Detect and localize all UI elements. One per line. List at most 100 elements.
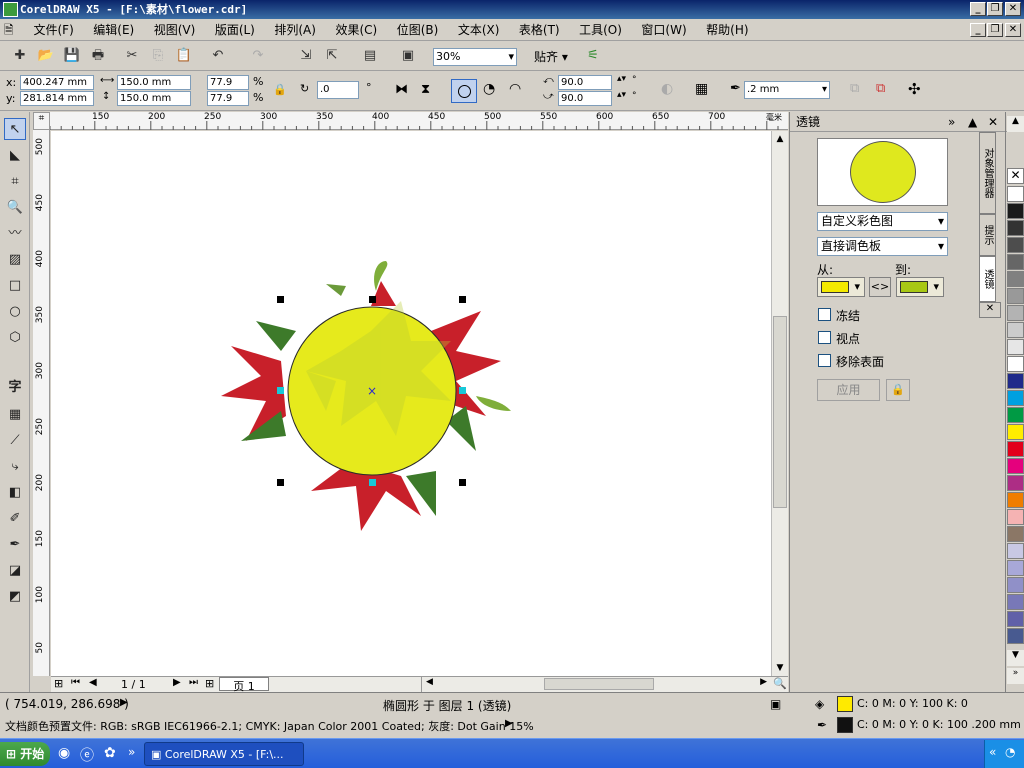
palette-swatch[interactable]: [1007, 611, 1024, 627]
menu-help[interactable]: 帮助(H): [698, 19, 756, 41]
node-handle[interactable]: [459, 387, 466, 394]
menu-view[interactable]: 视图(V): [146, 19, 204, 41]
palette-up-arrow[interactable]: ▲: [1007, 116, 1024, 132]
viewpoint-checkbox[interactable]: [818, 331, 831, 344]
undo-icon[interactable]: ↶: [208, 46, 228, 66]
expand-icon[interactable]: »: [948, 112, 955, 132]
horizontal-scrollbar[interactable]: ◀ ▶: [421, 677, 771, 692]
profile-arrow-icon[interactable]: ▶: [505, 718, 513, 729]
menu-table[interactable]: 表格(T): [511, 19, 568, 41]
page-tab[interactable]: 页 1: [219, 677, 269, 693]
application-launcher-icon[interactable]: ▤: [360, 46, 380, 66]
from-color-picker[interactable]: ▾: [817, 277, 865, 297]
palette-flyout-arrow[interactable]: »: [1007, 668, 1024, 684]
menu-layout[interactable]: 版面(L): [207, 19, 263, 41]
selection-handle[interactable]: [459, 479, 466, 486]
snap-to-dropdown[interactable]: 贴齐 ▾: [534, 48, 568, 66]
freeze-checkbox[interactable]: [818, 308, 831, 321]
polygon-tool-icon[interactable]: ⬡: [4, 327, 26, 349]
last-page-icon[interactable]: ⏭: [189, 677, 198, 688]
eyedropper-tool-icon[interactable]: ✐: [4, 508, 26, 530]
h-scroll-thumb[interactable]: [544, 678, 654, 690]
shape-tool-icon[interactable]: ◣: [4, 145, 26, 167]
palette-swatch[interactable]: [1007, 271, 1024, 287]
wrap-text-icon[interactable]: ▦: [695, 81, 708, 97]
next-page-icon[interactable]: ▶: [173, 677, 181, 688]
palette-swatch[interactable]: [1007, 237, 1024, 253]
ellipse-tool-icon[interactable]: ○: [4, 301, 26, 323]
palette-swatch[interactable]: [1007, 424, 1024, 440]
close-tab-icon[interactable]: ✕: [979, 302, 1001, 318]
mirror-vertical-icon[interactable]: ⧗: [421, 82, 430, 97]
ie-icon[interactable]: ⓔ: [80, 745, 94, 765]
browser-icon[interactable]: ◉: [58, 745, 70, 761]
expand-status-icon[interactable]: ▶: [120, 697, 128, 708]
tray-expand-icon[interactable]: «: [989, 745, 996, 759]
palette-swatch[interactable]: [1007, 441, 1024, 457]
palette-swatch[interactable]: [1007, 254, 1024, 270]
node-handle[interactable]: [369, 479, 376, 486]
lock-apply-icon[interactable]: 🔒: [886, 379, 910, 401]
tab-object-manager[interactable]: 对象管理器: [979, 132, 996, 214]
rectangle-tool-icon[interactable]: □: [4, 275, 26, 297]
to-back-icon[interactable]: ⧉: [876, 81, 885, 96]
pie-mode-icon[interactable]: ◔: [483, 81, 495, 97]
crop-tool-icon[interactable]: ⌗: [4, 171, 26, 193]
quick-launch-icon[interactable]: ✿: [104, 745, 116, 761]
restore-button[interactable]: ❐: [987, 2, 1003, 16]
close-docker-icon[interactable]: ✕: [988, 112, 998, 132]
selection-handle[interactable]: [369, 296, 376, 303]
palette-swatch[interactable]: [1007, 407, 1024, 423]
zoom-tool-icon[interactable]: 🔍: [4, 197, 26, 219]
welcome-screen-icon[interactable]: ▣: [398, 46, 418, 66]
selection-handle[interactable]: [277, 296, 284, 303]
direction-icon[interactable]: ◐: [661, 81, 673, 97]
export-icon[interactable]: ⇱: [322, 46, 342, 66]
print-icon[interactable]: 🖶: [88, 46, 108, 66]
mirror-horizontal-icon[interactable]: ⧓: [395, 82, 408, 97]
palette-swatch[interactable]: [1007, 509, 1024, 525]
menu-window[interactable]: 窗口(W): [633, 19, 694, 41]
end-angle-field[interactable]: 90.0: [558, 91, 612, 106]
add-page-end-icon[interactable]: ⊞: [205, 677, 214, 690]
smart-fill-icon[interactable]: ▨: [4, 249, 26, 271]
navigator-icon[interactable]: 🔍: [773, 677, 787, 690]
y-position-field[interactable]: 281.814 mm: [20, 91, 94, 106]
palette-swatch[interactable]: [1007, 526, 1024, 542]
palette-swatch[interactable]: [1007, 475, 1024, 491]
menu-text[interactable]: 文本(X): [450, 19, 508, 41]
dimension-tool-icon[interactable]: ⟋: [4, 430, 26, 452]
palette-swatch[interactable]: [1007, 356, 1024, 372]
to-color-picker[interactable]: ▾: [896, 277, 944, 297]
start-button[interactable]: ⊞ 开始: [0, 742, 50, 766]
palette-swatch[interactable]: [1007, 560, 1024, 576]
doc-restore-button[interactable]: ❐: [987, 23, 1003, 37]
interactive-fill-icon[interactable]: ◩: [4, 586, 26, 608]
paste-icon[interactable]: 📋: [174, 46, 194, 66]
more-icon[interactable]: »: [128, 745, 135, 759]
palette-swatch[interactable]: [1007, 628, 1024, 644]
swap-colors-button[interactable]: <>: [869, 277, 891, 297]
palette-mode-select[interactable]: 直接调色板 ▾: [817, 237, 948, 256]
table-tool-icon[interactable]: ▦: [4, 404, 26, 426]
doc-minimize-button[interactable]: _: [970, 23, 986, 37]
scroll-up-arrow[interactable]: ▲: [772, 131, 788, 147]
fill-tool-icon[interactable]: ◪: [4, 560, 26, 582]
menu-effects[interactable]: 效果(C): [327, 19, 385, 41]
network-icon[interactable]: ◔: [1005, 745, 1015, 759]
palette-swatch[interactable]: [1007, 594, 1024, 610]
node-handle[interactable]: [277, 387, 284, 394]
vertical-scrollbar[interactable]: ▲ ▼: [771, 131, 788, 676]
options-icon[interactable]: ⚟: [583, 46, 603, 66]
palette-swatch[interactable]: [1007, 458, 1024, 474]
palette-swatch[interactable]: [1007, 203, 1024, 219]
to-front-icon[interactable]: ⧉: [850, 81, 859, 96]
outline-width-select[interactable]: .2 mm ▾: [744, 81, 830, 99]
start-angle-field[interactable]: 90.0: [558, 75, 612, 90]
color-profile-info[interactable]: 文档颜色预置文件: RGB: sRGB IEC61966-2.1; CMYK: …: [5, 718, 534, 734]
blend-tool-icon[interactable]: ◧: [4, 482, 26, 504]
color-proof-icon[interactable]: ▣: [770, 697, 781, 711]
scale-x-field[interactable]: 77.9: [207, 75, 249, 90]
scroll-thumb[interactable]: [773, 316, 787, 508]
connector-tool-icon[interactable]: ⤷: [4, 456, 26, 478]
